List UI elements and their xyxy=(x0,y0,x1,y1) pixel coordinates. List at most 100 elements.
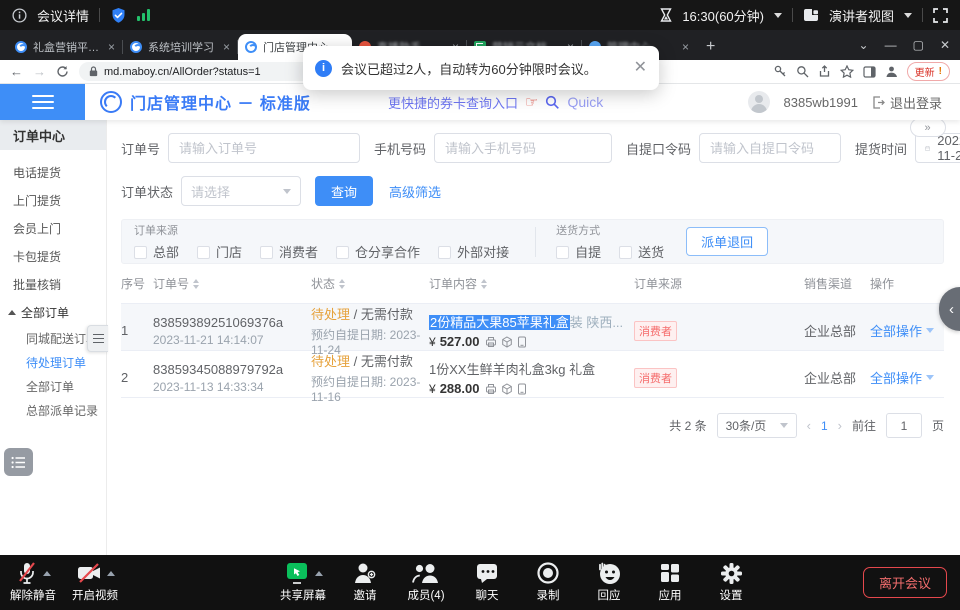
leave-meeting-button[interactable]: 离开会议 xyxy=(863,567,947,598)
checkbox-delivery-selfpickup[interactable]: 自提 xyxy=(556,242,601,261)
collapse-filters-button[interactable]: » xyxy=(910,118,946,137)
toast-close-icon[interactable]: ✕ xyxy=(634,60,647,76)
fullscreen-icon[interactable] xyxy=(933,8,948,23)
apps-button[interactable]: 应用 xyxy=(648,561,692,603)
checkbox-source-store[interactable]: 门店 xyxy=(197,242,242,261)
prev-page-icon[interactable]: ‹ xyxy=(807,418,811,433)
window-close-icon[interactable]: ✕ xyxy=(940,38,950,52)
sidebar-item-phone-pickup[interactable]: 电话提货 xyxy=(0,158,106,186)
lock-icon[interactable] xyxy=(89,66,98,77)
next-page-icon[interactable]: › xyxy=(838,418,842,433)
date-start-value[interactable]: 2022-11-21 xyxy=(937,133,960,163)
bookmark-star-icon[interactable] xyxy=(840,65,854,78)
tab-close-icon[interactable]: × xyxy=(223,41,230,53)
browser-tab-2[interactable]: 系统培训学习 × xyxy=(123,34,237,60)
view-dropdown-icon[interactable] xyxy=(904,13,912,18)
tab-close-icon[interactable]: × xyxy=(682,41,689,53)
video-options-caret[interactable] xyxy=(107,571,115,576)
invite-button[interactable]: 邀请 xyxy=(343,561,387,603)
checkbox-source-hq[interactable]: 总部 xyxy=(134,242,179,261)
print-icon[interactable] xyxy=(485,336,497,348)
back-icon[interactable]: ← xyxy=(10,65,23,78)
sidebar-subitem-hq-dispatch-log[interactable]: 总部派单记录 xyxy=(0,398,106,422)
quick-label[interactable]: Quick xyxy=(567,94,603,110)
dispatch-return-button[interactable]: 派单退回 xyxy=(686,227,768,256)
user-avatar[interactable] xyxy=(748,91,770,113)
unmute-button[interactable]: 解除静音 xyxy=(10,561,56,603)
share-options-caret[interactable] xyxy=(315,571,323,576)
phone-icon[interactable] xyxy=(517,383,527,395)
all-actions-dropdown[interactable]: 全部操作 xyxy=(870,368,944,387)
sidebar-subitem-all-orders[interactable]: 全部订单 xyxy=(0,374,106,398)
current-page[interactable]: 1 xyxy=(821,419,828,433)
meeting-detail-label[interactable]: 会议详情 xyxy=(37,6,89,25)
sort-icon[interactable] xyxy=(339,279,345,289)
network-signal-icon[interactable] xyxy=(137,9,150,21)
new-tab-button[interactable]: + xyxy=(706,38,715,56)
order-status-select[interactable]: 请选择 xyxy=(181,176,301,206)
phone-input[interactable] xyxy=(434,133,612,163)
browser-update-button[interactable]: 更新! xyxy=(907,62,950,81)
shield-check-icon[interactable] xyxy=(110,7,127,24)
checkbox-source-external[interactable]: 外部对接 xyxy=(438,242,509,261)
sort-icon[interactable] xyxy=(193,279,199,289)
record-button[interactable]: 录制 xyxy=(526,561,570,603)
profile-icon[interactable] xyxy=(885,65,898,78)
mic-options-caret[interactable] xyxy=(43,571,51,576)
settings-button[interactable]: 设置 xyxy=(709,561,753,603)
search-button[interactable]: 查询 xyxy=(315,176,373,206)
floating-list-button[interactable] xyxy=(4,448,33,476)
phone-icon[interactable] xyxy=(517,336,527,348)
window-minimize-icon[interactable]: — xyxy=(885,38,897,52)
col-order-no[interactable]: 订单号 xyxy=(153,275,311,292)
quick-search-icon[interactable] xyxy=(545,95,560,110)
sort-icon[interactable] xyxy=(481,279,487,289)
browser-tab-1[interactable]: 礼盒营销平台管理中心 × xyxy=(8,34,122,60)
start-video-button[interactable]: 开启视频 xyxy=(72,561,118,603)
sidebar-item-door-pickup[interactable]: 上门提货 xyxy=(0,186,106,214)
checkbox-source-warehouse-share[interactable]: 仓分享合作 xyxy=(336,242,420,261)
tab-close-icon[interactable]: × xyxy=(108,41,115,53)
window-maximize-icon[interactable]: ▢ xyxy=(913,38,924,52)
sidebar-item-card-pickup[interactable]: 卡包提货 xyxy=(0,242,106,270)
share-icon[interactable] xyxy=(818,65,831,78)
page-size-select[interactable]: 30条/页 xyxy=(717,413,797,438)
forward-icon[interactable]: → xyxy=(33,65,46,78)
sidebar-drag-handle[interactable] xyxy=(87,325,108,352)
checkbox-delivery-ship[interactable]: 送货 xyxy=(619,242,664,261)
pickup-date-range[interactable]: 2022-11-21 - 结束日期 xyxy=(915,133,960,163)
sidebar-subitem-pending-orders[interactable]: 待处理订单 xyxy=(0,350,106,374)
layout-view-icon[interactable] xyxy=(803,8,819,22)
view-mode-label[interactable]: 演讲者视图 xyxy=(829,6,894,25)
table-row[interactable]: 1 83859389251069376a 2023-11-21 14:14:07… xyxy=(121,304,944,351)
pickup-code-input[interactable] xyxy=(699,133,841,163)
menu-toggle-button[interactable] xyxy=(0,84,85,120)
all-actions-dropdown[interactable]: 全部操作 xyxy=(870,321,944,340)
package-icon[interactable] xyxy=(501,336,513,348)
advanced-filter-link[interactable]: 高级筛选 xyxy=(389,182,441,201)
sidebar-item-batch-verify[interactable]: 批量核销 xyxy=(0,270,106,298)
zoom-search-icon[interactable] xyxy=(796,65,809,78)
chat-button[interactable]: 聊天 xyxy=(465,561,509,603)
table-row[interactable]: 2 83859345088979792a 2023-11-13 14:33:34… xyxy=(121,351,944,398)
password-key-icon[interactable] xyxy=(774,65,787,78)
share-screen-button[interactable]: 共享屏幕 xyxy=(280,561,326,603)
goto-page-input[interactable] xyxy=(886,413,922,438)
col-content[interactable]: 订单内容 xyxy=(429,275,634,292)
print-icon[interactable] xyxy=(485,383,497,395)
order-no-input[interactable] xyxy=(168,133,360,163)
tab-search-icon[interactable]: ⌄ xyxy=(859,38,869,52)
reactions-button[interactable]: 回应 xyxy=(587,561,631,603)
col-status[interactable]: 状态 xyxy=(311,275,429,292)
sidebar-item-member-visit[interactable]: 会员上门 xyxy=(0,214,106,242)
sidebar-group-all-orders[interactable]: 全部订单 xyxy=(0,298,106,326)
package-icon[interactable] xyxy=(501,383,513,395)
reload-icon[interactable] xyxy=(56,65,69,78)
info-icon[interactable] xyxy=(12,8,27,23)
sidebar-section-order-center[interactable]: 订单中心 xyxy=(0,120,106,150)
members-button[interactable]: 成员(4) xyxy=(404,561,448,603)
side-panel-icon[interactable] xyxy=(863,66,876,78)
logout-button[interactable]: 退出登录 xyxy=(872,93,942,112)
coupon-query-link[interactable]: 更快捷的券卡查询入口 xyxy=(388,93,518,112)
checkbox-source-consumer[interactable]: 消费者 xyxy=(260,242,318,261)
